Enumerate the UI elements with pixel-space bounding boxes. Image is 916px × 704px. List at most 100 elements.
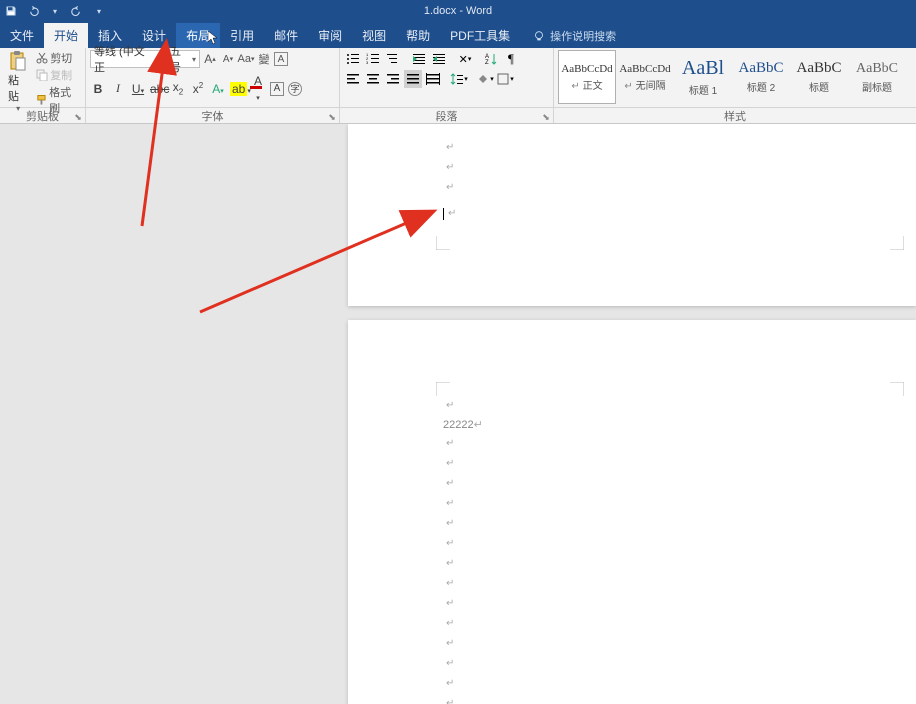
paragraph-mark-icon: ↵ [446,578,454,589]
style-preview: AaBbCcDd [561,63,612,75]
subscript-button[interactable]: x2 [170,80,186,96]
paragraph-mark-icon: ↵ [446,698,454,704]
tab-view[interactable]: 视图 [352,23,396,48]
text-effects-button[interactable]: A▾ [210,82,226,96]
numbering-button[interactable]: 123 [364,50,382,68]
group-font: 等线 (中文正▾ 五号▾ A▴ A▾ Aa▾ 變 A B I U▾ abc x2… [86,48,340,107]
bold-button[interactable]: B [90,82,106,96]
dialog-launcher-icon[interactable]: ⬊ [73,112,83,122]
show-marks-button[interactable]: ¶ [502,50,520,68]
paste-icon [9,50,27,72]
grow-font-button[interactable]: A▴ [202,50,218,68]
label-text: 字体 [202,108,224,124]
style-heading1[interactable]: AaBl 标题 1 [674,50,732,104]
superscript-button[interactable]: x2 [190,81,206,96]
change-case-button[interactable]: Aa▾ [238,50,254,68]
tab-review[interactable]: 审阅 [308,23,352,48]
phonetic-guide-button[interactable]: 變 [256,50,272,68]
line-spacing-button[interactable]: ▾ [450,70,468,88]
redo-icon[interactable] [70,4,84,18]
tab-insert[interactable]: 插入 [88,23,132,48]
style-preview: AaBbC [739,60,784,77]
paragraph-mark-icon: ↵ [446,498,454,509]
tab-file[interactable]: 文件 [0,23,44,48]
document-area[interactable]: ↵ ↵ ↵ ↵ ↵ 22222↵ ↵ ↵ ↵ ↵ ↵ ↵ ↵ ↵ ↵ ↵ ↵ ↵… [0,124,916,704]
tab-layout[interactable]: 布局 [176,23,220,48]
sort-button[interactable]: AZ [482,50,500,68]
paragraph-mark-icon: ↵ [446,558,454,569]
group-label-styles: 样式 [554,108,916,123]
text-content: 22222 [443,419,474,431]
style-normal[interactable]: AaBbCcDd ↵ 正文 [558,50,616,104]
dialog-launcher-icon[interactable]: ⬊ [541,112,551,122]
shrink-font-button[interactable]: A▾ [220,50,236,68]
style-label: 标题 2 [747,79,775,94]
paste-label: 粘贴 [8,72,28,104]
label-text: 段落 [436,108,458,124]
asian-layout-button[interactable]: ✕▾ [456,50,474,68]
tab-mailings[interactable]: 邮件 [264,23,308,48]
style-preview: AaBbCcDd [619,63,670,75]
tab-references[interactable]: 引用 [220,23,264,48]
scissors-icon [36,52,48,64]
style-title[interactable]: AaBbC 标题 [790,50,848,104]
tell-me-label: 操作说明搜索 [550,28,616,44]
decrease-indent-button[interactable] [410,50,428,68]
bullets-button[interactable] [344,50,362,68]
tab-help[interactable]: 帮助 [396,23,440,48]
paragraph-mark-icon: ↵ [446,638,454,649]
paragraph-mark-icon: ↵ [448,208,456,219]
cut-button[interactable]: 剪切 [34,50,81,66]
strike-button[interactable]: abc [150,82,166,96]
enclose-chars-button[interactable]: 字 [288,82,302,96]
increase-indent-button[interactable] [430,50,448,68]
style-label: 标题 1 [689,82,717,97]
paragraph-mark-icon: ↵ [474,419,483,431]
paragraph-mark-icon: ↵ [446,142,454,153]
text-caret [443,208,444,220]
borders-button[interactable]: ▾ [496,70,514,88]
char-shading-button[interactable]: A [270,82,284,96]
quick-access-toolbar: ▾ ▾ [0,4,106,18]
underline-button[interactable]: U▾ [130,82,146,96]
page-1-bottom[interactable]: ↵ ↵ ↵ ↵ [348,124,916,306]
undo-dropdown-icon[interactable]: ▾ [48,4,62,18]
ribbon-group-labels: 剪贴板 ⬊ 字体 ⬊ 段落 ⬊ 样式 [0,108,916,124]
dialog-launcher-icon[interactable]: ⬊ [327,112,337,122]
undo-icon[interactable] [26,4,40,18]
paste-button[interactable]: 粘贴 ▾ [4,50,32,113]
page-2[interactable]: ↵ 22222↵ ↵ ↵ ↵ ↵ ↵ ↵ ↵ ↵ ↵ ↵ ↵ ↵ ↵ ↵ [348,320,916,704]
save-icon[interactable] [4,4,18,18]
margin-corner-icon [436,382,450,396]
style-subtitle[interactable]: AaBbC 副标题 [848,50,906,104]
tell-me-search[interactable]: 操作说明搜索 [526,24,622,48]
paragraph-mark-icon: ↵ [446,182,454,193]
shading-button[interactable]: ▾ [476,70,494,88]
brush-icon [36,94,47,106]
document-text[interactable]: 22222↵ [443,418,483,431]
align-left-button[interactable] [344,70,362,88]
align-right-button[interactable] [384,70,402,88]
cut-label: 剪切 [50,50,72,66]
multilevel-list-button[interactable] [384,50,402,68]
lightbulb-icon [532,29,546,43]
qat-more-icon[interactable]: ▾ [92,4,106,18]
label-text: 剪贴板 [26,108,59,124]
highlight-button[interactable]: ab▾ [230,82,246,96]
font-color-button[interactable]: A▾ [250,74,266,103]
window-title: 1.docx - Word [424,5,492,17]
tab-pdf[interactable]: PDF工具集 [440,23,520,48]
font-size-combo[interactable]: 五号▾ [166,50,200,68]
copy-button[interactable]: 复制 [34,67,81,83]
tab-home[interactable]: 开始 [44,23,88,48]
paragraph-mark-icon: ↵ [446,438,454,449]
align-center-button[interactable] [364,70,382,88]
italic-button[interactable]: I [110,81,126,96]
tab-design[interactable]: 设计 [132,23,176,48]
style-no-spacing[interactable]: AaBbCcDd ↵ 无间隔 [616,50,674,104]
distributed-button[interactable] [424,70,442,88]
justify-button[interactable] [404,70,422,88]
char-border-button[interactable]: A [274,52,288,66]
font-name-combo[interactable]: 等线 (中文正▾ [90,50,164,68]
style-heading2[interactable]: AaBbC 标题 2 [732,50,790,104]
